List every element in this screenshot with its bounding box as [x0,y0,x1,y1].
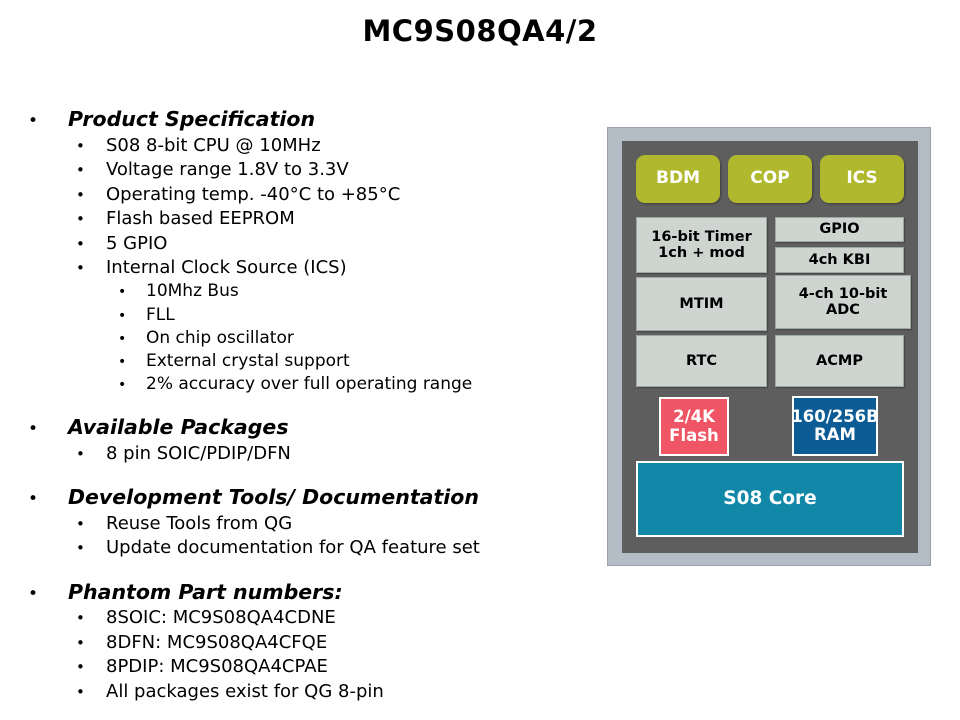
block-cop: COP [728,155,812,203]
bullet-marker: • [76,609,85,628]
bullet-item: • 5 GPIO [28,232,573,256]
bullet-heading-text: Available Packages [68,415,289,439]
bullet-section: • Development Tools/ Documentation • Reuse … [28,484,573,561]
block-16bit-timer: 16-bit Timer 1ch + mod [636,217,767,273]
bullet-item: • Voltage range 1.8V to 3.3V [28,158,573,182]
bullet-heading: • Available Packages [28,414,573,441]
bullet-item: • 8DFN: MC9S08QA4CFQE [28,631,573,655]
bullet-heading: • Phantom Part numbers: [28,579,573,606]
bullet-marker: • [28,419,39,439]
bullet-marker: • [76,185,85,204]
bullet-item-text: Reuse Tools from QG [106,512,293,534]
bullet-marker: • [28,583,39,604]
bullet-item: • S08 8-bit CPU @ 10MHz [28,134,573,158]
bullet-marker: • [76,444,85,463]
bullet-subitem: • 2% accuracy over full operating range [28,373,573,396]
bullet-section: • Product Specification • S08 8-bit CPU @ 1… [28,106,573,396]
block-diagram-panel: BDM COP ICS 16-bit Timer 1ch + mod GPIO 4… [622,141,918,553]
bullet-item: • Reuse Tools from QG [28,512,573,536]
bullet-marker: • [76,539,85,558]
bullet-item-text: Operating temp. -40°C to +85°C [106,183,401,205]
block-adc: 4-ch 10-bit ADC [775,275,911,329]
bullet-marker: • [76,210,85,229]
bullet-marker: • [76,658,85,677]
bullet-subitem-text: On chip oscillator [146,327,294,348]
bullet-heading: • Product Specification [28,106,573,133]
bullet-marker: • [28,111,39,131]
bullet-item-text: Flash based EEPROM [106,208,295,230]
bullet-item: • Operating temp. -40°C to +85°C [28,183,573,207]
bullet-item-text: Internal Clock Source (ICS) [106,256,347,278]
bullet-marker: • [118,307,127,324]
block-acmp: ACMP [775,335,904,387]
page-title: MC9S08QA4/2 [362,14,598,48]
bullet-item-text: 8SOIC: MC9S08QA4CDNE [106,607,336,629]
block-gpio: GPIO [775,217,904,242]
bullet-item-text: 8PDIP: MC9S08QA4CPAE [106,656,328,678]
bullet-heading: • Development Tools/ Documentation [28,484,573,511]
bullet-item-text: Voltage range 1.8V to 3.3V [106,159,349,181]
bullet-item-text: 8 pin SOIC/PDIP/DFN [106,442,291,464]
bullet-item: • Update documentation for QA feature set [28,536,573,560]
bullet-subitem: • FLL [28,304,573,327]
bullet-item: • Internal Clock Source (ICS) [28,256,573,280]
bullet-marker: • [76,514,85,533]
bullet-item: • 8SOIC: MC9S08QA4CDNE [28,606,573,630]
bullet-section: • Available Packages • 8 pin SOIC/PDIP/DFN [28,414,573,466]
bullet-marker: • [76,682,85,701]
bullet-subitem-text: External crystal support [146,350,350,371]
bullet-item-text: 8DFN: MC9S08QA4CFQE [106,631,328,653]
bullet-subitem-text: 10Mhz Bus [146,281,239,302]
bullet-item-text: S08 8-bit CPU @ 10MHz [106,134,321,156]
bullet-heading-text: Phantom Part numbers: [68,579,343,604]
bullet-item: • Flash based EEPROM [28,207,573,231]
block-4ch-kbi: 4ch KBI [775,247,904,273]
bullet-heading-text: Product Specification [68,107,316,131]
bullet-subitem: • External crystal support [28,350,573,373]
bullet-subitem-text: 2% accuracy over full operating range [146,373,473,394]
bullet-marker: • [76,161,85,180]
bullet-marker: • [118,284,127,301]
block-rtc: RTC [636,335,767,387]
bullet-item: • 8PDIP: MC9S08QA4CPAE [28,655,573,679]
block-ram: 160/256B RAM [791,396,879,456]
bullet-marker: • [76,234,85,253]
bullet-heading-text: Development Tools/ Documentation [68,485,479,510]
bullet-marker: • [76,258,85,277]
block-s08-core: S08 Core [636,461,904,537]
bullet-marker: • [76,633,85,652]
block-bdm: BDM [636,155,720,203]
bullet-marker: • [28,489,39,510]
bullet-item-text: Update documentation for QA feature set [106,537,480,559]
bullet-item-text: 5 GPIO [106,232,168,254]
block-ics: ICS [820,155,904,203]
bullet-subitem-text: FLL [146,304,175,325]
bullet-marker: • [118,376,127,393]
bullet-marker: • [118,330,127,347]
block-diagram: BDM COP ICS 16-bit Timer 1ch + mod GPIO 4… [607,127,931,566]
bullet-marker: • [76,136,85,155]
bullet-content: • Product Specification • S08 8-bit CPU @ 1… [28,106,573,704]
bullet-item-text: All packages exist for QG 8-pin [106,680,384,702]
bullet-section: • Phantom Part numbers: • 8SOIC: MC9S08QA4C… [28,579,573,705]
bullet-marker: • [118,353,127,370]
bullet-subitem: • On chip oscillator [28,327,573,350]
bullet-item: • 8 pin SOIC/PDIP/DFN [28,442,573,466]
bullet-item: • All packages exist for QG 8-pin [28,680,573,704]
block-mtim: MTIM [636,277,767,331]
bullet-subitem: • 10Mhz Bus [28,280,573,303]
block-flash: 2/4K Flash [659,397,729,456]
